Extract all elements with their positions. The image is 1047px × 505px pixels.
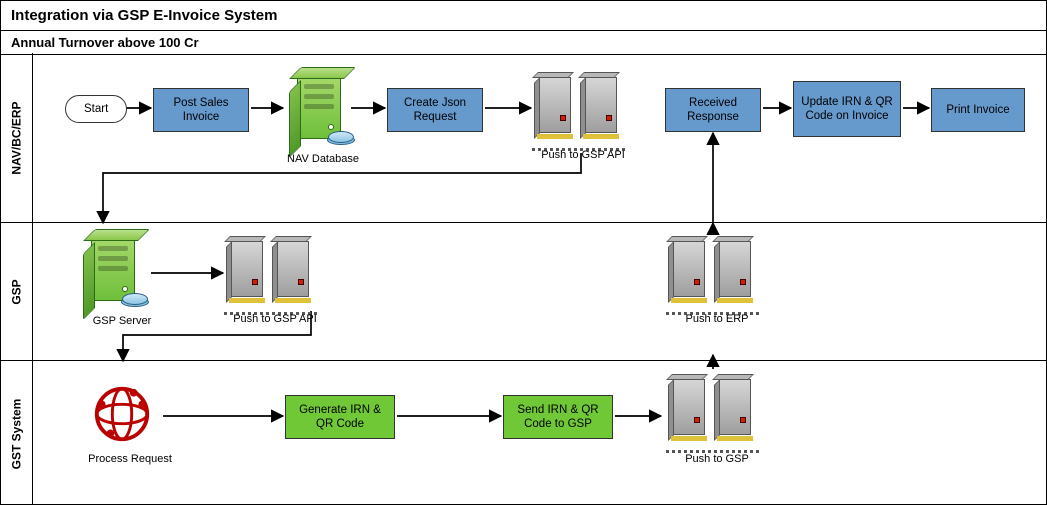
nav-server-icon bbox=[297, 75, 341, 139]
lane-label-nav: NAV/BC/ERP bbox=[1, 53, 33, 222]
push-to-gsp-caption: Push to GSP bbox=[667, 453, 767, 465]
lane-label-gst: GST System bbox=[1, 361, 33, 505]
post-sales-invoice-box: Post Sales Invoice bbox=[153, 88, 249, 132]
process-request-caption: Process Request bbox=[75, 453, 185, 465]
lane2-arrows bbox=[33, 223, 1047, 361]
nav-db-caption: NAV Database bbox=[273, 153, 373, 165]
racks-gsp-left-icon bbox=[225, 237, 317, 307]
lane-label-text: NAV/BC/ERP bbox=[10, 101, 24, 174]
create-json-label: Create Json Request bbox=[394, 96, 476, 125]
push-gsp-api-caption-2: Push to GSP API bbox=[225, 313, 325, 325]
lane-nav: NAV/BC/ERP Start Post Sales Invoice bbox=[1, 53, 1046, 223]
update-irn-label: Update IRN & QR Code on Invoice bbox=[800, 95, 894, 124]
post-sales-label: Post Sales Invoice bbox=[160, 96, 242, 125]
racks-gsp-right-icon bbox=[667, 237, 759, 307]
received-response-label: Received Response bbox=[672, 96, 754, 125]
start-label: Start bbox=[84, 102, 108, 116]
update-irn-box: Update IRN & QR Code on Invoice bbox=[793, 81, 901, 137]
print-invoice-box: Print Invoice bbox=[931, 88, 1025, 132]
generate-irn-box: Generate IRN & QR Code bbox=[285, 395, 395, 439]
diagram-subtitle: Annual Turnover above 100 Cr bbox=[1, 31, 1046, 55]
start-node: Start bbox=[65, 95, 127, 123]
diagram-title: Integration via GSP E-Invoice System bbox=[1, 1, 1046, 31]
print-invoice-label: Print Invoice bbox=[946, 103, 1009, 117]
racks-gst-icon bbox=[667, 375, 759, 445]
generate-irn-label: Generate IRN & QR Code bbox=[292, 403, 388, 432]
racks-nav-icon bbox=[533, 73, 625, 143]
create-json-box: Create Json Request bbox=[387, 88, 483, 132]
push-gsp-api-caption-1: Push to GSP API bbox=[533, 149, 633, 161]
send-irn-label: Send IRN & QR Code to GSP bbox=[510, 403, 606, 432]
gsp-server-caption: GSP Server bbox=[77, 315, 167, 327]
lane-label-gsp-text: GSP bbox=[10, 279, 24, 304]
lanes-container: NAV/BC/ERP Start Post Sales Invoice bbox=[1, 53, 1046, 504]
send-irn-box: Send IRN & QR Code to GSP bbox=[503, 395, 613, 439]
received-response-box: Received Response bbox=[665, 88, 761, 132]
lane-gst: GST System bbox=[1, 361, 1046, 505]
lane-label-gsp: GSP bbox=[1, 223, 33, 360]
gsp-server-icon bbox=[91, 237, 135, 301]
lane-gsp: GSP GSP Server bbox=[1, 223, 1046, 361]
swimlane-diagram: Integration via GSP E-Invoice System Ann… bbox=[0, 0, 1047, 505]
push-to-erp-caption: Push to ERP bbox=[667, 313, 767, 325]
lane-label-gst-text: GST System bbox=[10, 398, 24, 469]
process-request-icon bbox=[91, 383, 153, 450]
